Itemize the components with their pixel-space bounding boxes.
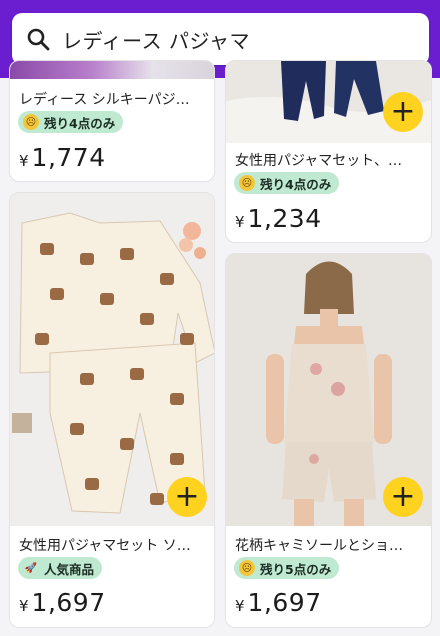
stock-badge: ☹ 残り4点のみ — [234, 172, 340, 194]
face-icon: ☹ — [23, 114, 39, 130]
add-to-cart-button[interactable]: + — [383, 477, 423, 517]
add-to-cart-button[interactable]: + — [167, 477, 207, 517]
product-card[interactable]: + 花柄キャミソールとショ… ☹ 残り5点のみ ¥ 1,697 — [225, 253, 432, 628]
add-to-cart-button[interactable]: + — [383, 92, 423, 132]
product-title[interactable]: 花柄キャミソールとショ… — [235, 535, 421, 555]
product-price: ¥ 1,774 — [19, 143, 106, 172]
product-card[interactable]: + 女性用パジャマセット、… ☹ 残り4点のみ ¥ 1,234 — [225, 60, 432, 243]
search-icon — [27, 28, 50, 51]
search-query[interactable]: レディース パジャマ — [62, 25, 250, 54]
product-image[interactable] — [10, 193, 214, 526]
search-bar[interactable]: レディース パジャマ — [12, 13, 429, 65]
product-image[interactable] — [10, 61, 214, 79]
product-card[interactable]: + 女性用パジャマセット ソ… 🚀 人気商品 ¥ 1,697 — [9, 192, 215, 628]
face-icon: ☹ — [239, 560, 255, 576]
product-price: ¥ 1,697 — [235, 588, 322, 617]
stock-badge: ☹ 残り5点のみ — [234, 557, 340, 579]
product-price: ¥ 1,234 — [235, 204, 322, 233]
product-title[interactable]: レディース シルキーパジ… — [19, 89, 204, 109]
rocket-icon: 🚀 — [24, 562, 38, 574]
bear-pajama-photo — [10, 193, 214, 526]
product-price: ¥ 1,697 — [19, 588, 106, 617]
product-title[interactable]: 女性用パジャマセット ソ… — [19, 535, 204, 555]
stock-badge: ☹ 残り4点のみ — [18, 111, 124, 133]
product-card[interactable]: レディース シルキーパジ… ☹ 残り4点のみ ¥ 1,774 — [9, 60, 215, 182]
popular-badge: 🚀 人気商品 — [18, 557, 103, 579]
face-icon: ☹ — [239, 175, 255, 191]
product-title[interactable]: 女性用パジャマセット、… — [235, 150, 421, 170]
